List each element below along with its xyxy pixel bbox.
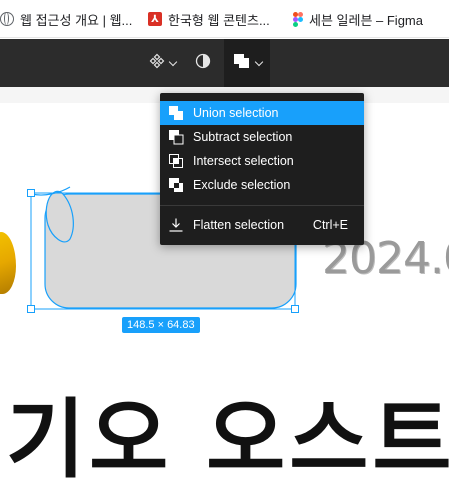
- menu-separator: [160, 205, 364, 206]
- boolean-union-icon: [233, 53, 251, 74]
- chevron-down-icon: [168, 57, 177, 66]
- menu-item-label: Union selection: [193, 106, 279, 120]
- bookmark-label: 한국형 웹 콘텐츠...: [168, 12, 270, 28]
- component-icon: [149, 53, 165, 74]
- components-button[interactable]: [140, 39, 184, 87]
- bookmark-web-accessibility[interactable]: 웹 접근성 개요 | 웹...: [0, 9, 132, 29]
- chevron-down-icon: [254, 57, 263, 66]
- menu-item-shortcut: Ctrl+E: [312, 218, 348, 232]
- bookmark-label: 웹 접근성 개요 | 웹...: [20, 12, 133, 28]
- figma-icon: [293, 11, 303, 27]
- menu-item-exclude-selection[interactable]: Exclude selection: [160, 173, 364, 197]
- menu-item-label: Subtract selection: [193, 130, 293, 144]
- menu-item-label: Exclude selection: [193, 178, 291, 192]
- menu-item-intersect-selection[interactable]: Intersect selection: [160, 149, 364, 173]
- exclude-icon: [168, 177, 184, 193]
- selection-dimensions-label: 148.5 × 64.83: [122, 317, 200, 333]
- figma-toolbar: [0, 39, 449, 87]
- boolean-operations-menu: Union selection Subtract selection Inter…: [160, 93, 364, 245]
- bookmarks-bar: 웹 접근성 개요 | 웹... ⅄ 한국형 웹 콘텐츠... 세븐 일레븐 – …: [0, 0, 449, 38]
- mask-button[interactable]: [186, 39, 220, 87]
- globe-icon: [0, 12, 14, 26]
- union-icon: [168, 105, 184, 121]
- resize-handle-top-left[interactable]: [27, 189, 35, 197]
- flatten-icon: [168, 217, 184, 233]
- menu-item-flatten-selection[interactable]: Flatten selection Ctrl+E: [160, 213, 364, 237]
- menu-item-label: Intersect selection: [193, 154, 294, 168]
- bookmark-korean-web-content[interactable]: ⅄ 한국형 웹 콘텐츠...: [148, 9, 270, 29]
- menu-item-subtract-selection[interactable]: Subtract selection: [160, 125, 364, 149]
- menu-item-union-selection[interactable]: Union selection: [160, 101, 364, 125]
- pdf-icon: ⅄: [148, 12, 162, 26]
- boolean-groups-button[interactable]: [224, 39, 270, 87]
- bookmark-label: 세븐 일레븐 – Figma: [309, 12, 423, 28]
- mask-icon: [195, 53, 211, 74]
- resize-handle-bottom-right[interactable]: [291, 305, 299, 313]
- bookmark-figma-file[interactable]: 세븐 일레븐 – Figma: [293, 9, 423, 29]
- intersect-icon: [168, 153, 184, 169]
- resize-handle-bottom-left[interactable]: [27, 305, 35, 313]
- subtract-icon: [168, 129, 184, 145]
- menu-item-label: Flatten selection: [193, 218, 285, 232]
